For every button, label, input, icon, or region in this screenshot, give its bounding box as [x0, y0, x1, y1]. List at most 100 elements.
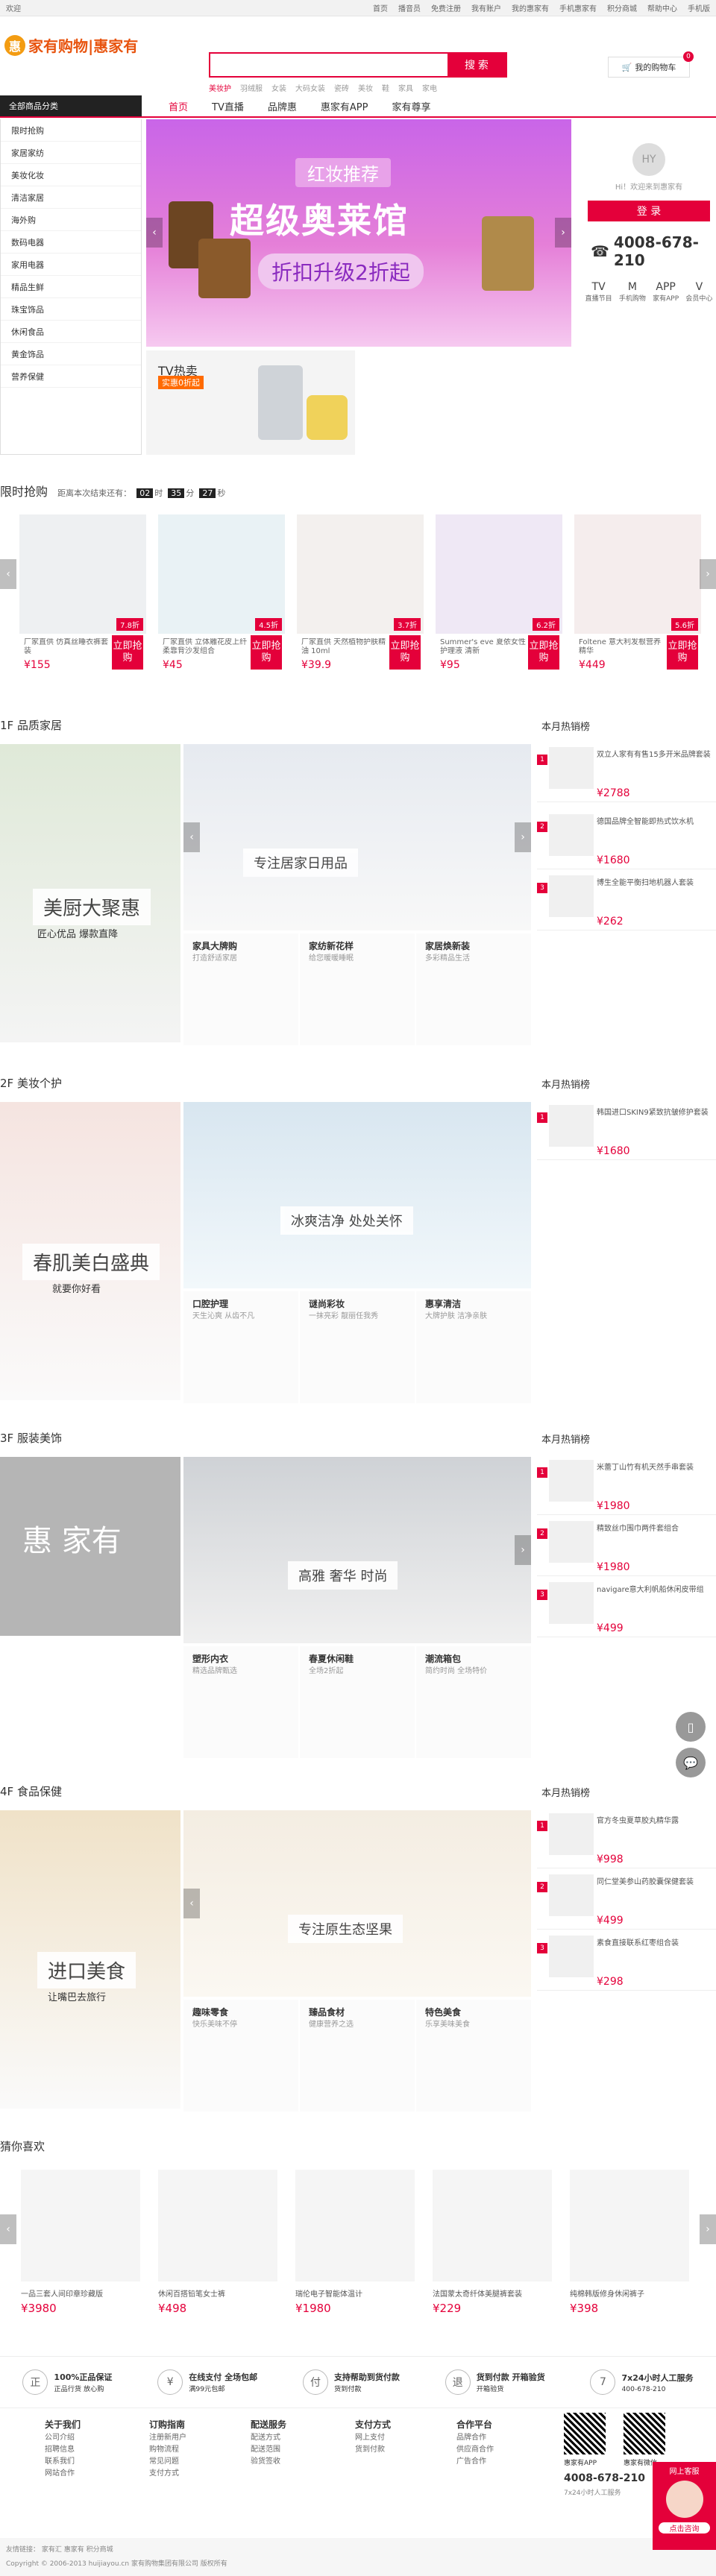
footer-link[interactable]: 联系我们 [45, 2457, 75, 2466]
sidebar-item[interactable]: 海外购 [1, 209, 141, 231]
sidebar-item[interactable]: 黄金饰品 [1, 343, 141, 365]
search-button[interactable]: 搜 索 [448, 54, 506, 76]
hot-word[interactable]: 家具 [398, 82, 413, 93]
flash-next-arrow[interactable]: › [700, 559, 716, 589]
floor-sub-card[interactable]: 臻品食材 健康营养之选 [300, 2000, 415, 2111]
rank-item[interactable]: 1 韩国进口SKIN9紧致抗皱修护套装 ¥1680 [537, 1102, 716, 1160]
buy-now-button[interactable]: 立即抢购 [667, 635, 698, 670]
float-mobile-icon[interactable]: ▯ [676, 1712, 706, 1742]
floor-main-banner[interactable]: 专注居家日用品 ‹ › [183, 744, 531, 930]
friend-links[interactable]: 友情链接： 家有汇 惠家有 积分商城 [6, 2544, 710, 2554]
guess-prev-arrow[interactable]: ‹ [0, 2214, 16, 2244]
buy-now-button[interactable]: 立即抢购 [112, 635, 143, 670]
flash-item[interactable]: 7.8折 厂家直供 仿真丝睡衣裤套装 ¥155 立即抢购 [19, 514, 146, 686]
footer-link[interactable]: 货到付款 [355, 2446, 385, 2454]
footer-link[interactable]: 供应商合作 [456, 2446, 494, 2454]
sidebar-item[interactable]: 家居家纺 [1, 142, 141, 164]
hot-word[interactable]: 鞋 [382, 82, 389, 93]
cart-button[interactable]: 🛒 我的购物车 0 [608, 51, 694, 78]
floor-sub-card[interactable]: 口腔护理 天生沁爽 从齿不凡 [183, 1291, 298, 1403]
nav-item-premium[interactable]: 家有尊享 [380, 95, 442, 116]
login-button[interactable]: 登 录 [588, 201, 710, 221]
nav-item-brand[interactable]: 品牌惠 [256, 95, 309, 116]
sidebar-item[interactable]: 休闲食品 [1, 321, 141, 343]
sidebar-item[interactable]: 数码电器 [1, 231, 141, 253]
footer-link[interactable]: 验货签收 [251, 2457, 280, 2466]
nav-item-home[interactable]: 首页 [157, 95, 200, 116]
rank-item[interactable]: 3 navigare意大利帆船休闲皮带组 ¥499 [537, 1579, 716, 1637]
rank-item[interactable]: 2 同仁堂美参山药胶囊保健套装 ¥499 [537, 1871, 716, 1930]
guess-item[interactable]: 法国蒙太奇纤体美腿裤套装 ¥229 [433, 2170, 552, 2319]
top-link-broadcaster[interactable]: 播音员 [398, 2, 421, 13]
footer-link[interactable]: 品牌合作 [456, 2434, 486, 2442]
quick-link-tv[interactable]: TV 直播节目 [585, 281, 612, 303]
quick-link-mobile[interactable]: M 手机购物 [619, 281, 646, 303]
footer-link[interactable]: 常见问题 [149, 2457, 179, 2466]
quick-link-member[interactable]: V 会员中心 [685, 281, 712, 303]
top-link-help[interactable]: 帮助中心 [647, 2, 677, 13]
footer-link[interactable]: 网上支付 [355, 2434, 385, 2442]
sidebar-item[interactable]: 精品生鲜 [1, 276, 141, 298]
rank-item[interactable]: 1 官方冬虫夏草胶丸精华露 ¥998 [537, 1810, 716, 1868]
floor-sub-card[interactable]: 家纺新花样 给您暖暖睡眠 [300, 933, 415, 1045]
tv-hot-sale[interactable]: TV热卖 实惠0折起 [146, 350, 355, 455]
rank-item[interactable]: 3 素食直接联系红枣组合装 ¥298 [537, 1933, 716, 1991]
top-link-register[interactable]: 免费注册 [431, 2, 461, 13]
footer-link[interactable]: 配送范围 [251, 2446, 280, 2454]
floor-prev-arrow[interactable]: ‹ [183, 822, 200, 852]
floor-next-arrow[interactable]: › [515, 1535, 531, 1565]
floor-prev-arrow[interactable]: ‹ [183, 1889, 200, 1918]
floor-left-banner[interactable]: 惠 家有 [0, 1457, 180, 1755]
flash-item[interactable]: 6.2折 Summer's eve 夏依女性护理液 清新 ¥95 立即抢购 [436, 514, 562, 686]
hot-word[interactable]: 瓷砖 [334, 82, 349, 93]
top-link-home[interactable]: 首页 [373, 2, 388, 13]
banner-prev-arrow[interactable]: ‹ [146, 218, 163, 248]
top-link-my[interactable]: 我的惠家有 [512, 2, 549, 13]
floor-sub-card[interactable]: 特色美食 乐享美味美食 [416, 2000, 531, 2111]
sidebar-item[interactable]: 美妆化妆 [1, 164, 141, 186]
rank-item[interactable]: 1 米蕾丁山竹有机天然手串套装 ¥1980 [537, 1457, 716, 1515]
flash-item[interactable]: 4.5折 厂家直供 立体雕花皮上纤柔靠背沙发组合 ¥45 立即抢购 [158, 514, 285, 686]
floor-left-banner[interactable]: 春肌美白盛典 就要你好看 [0, 1102, 180, 1400]
top-link-account[interactable]: 我有账户 [471, 2, 501, 13]
floor-main-banner[interactable]: 专注原生态坚果 ‹ [183, 1810, 531, 1997]
hero-banner[interactable]: 红妆推荐 超级奥莱馆 折扣升级2折起 ‹ › [146, 119, 571, 347]
guess-next-arrow[interactable]: › [700, 2214, 716, 2244]
hot-word[interactable]: 美妆护 [209, 82, 231, 93]
floor-sub-card[interactable]: 塑形内衣 精选品牌甄选 [183, 1646, 298, 1758]
rank-item[interactable]: 2 精致丝巾围巾两件套组合 ¥1980 [537, 1518, 716, 1576]
floor-main-banner[interactable]: 冰爽洁净 处处关怀 [183, 1102, 531, 1288]
flash-prev-arrow[interactable]: ‹ [0, 559, 16, 589]
floor-next-arrow[interactable]: › [515, 822, 531, 852]
footer-link[interactable]: 广告合作 [456, 2457, 486, 2466]
nav-item-tv-live[interactable]: TV直播 [200, 95, 256, 116]
floor-left-banner[interactable]: 进口美食 让嘴巴去旅行 [0, 1810, 180, 2109]
online-service-widget[interactable]: 网上客服 点击咨询 [653, 2462, 716, 2550]
hot-word[interactable]: 女装 [271, 82, 286, 93]
footer-link[interactable]: 网站合作 [45, 2469, 75, 2478]
site-logo[interactable]: 惠 家有购物|惠家有 [4, 34, 138, 56]
buy-now-button[interactable]: 立即抢购 [528, 635, 559, 670]
guess-item[interactable]: 休闲百搭铅笔女士裤 ¥498 [158, 2170, 277, 2319]
hot-word[interactable]: 羽绒服 [240, 82, 263, 93]
top-link-points[interactable]: 积分商城 [607, 2, 637, 13]
rank-item[interactable]: 2 德国品牌全智能即热式饮水机 ¥1680 [537, 811, 716, 869]
sidebar-item[interactable]: 营养保健 [1, 365, 141, 388]
footer-link[interactable]: 支付方式 [149, 2469, 179, 2478]
floor-sub-card[interactable]: 趣味零食 快乐美味不停 [183, 2000, 298, 2111]
search-input[interactable] [210, 54, 448, 76]
hot-word[interactable]: 家电 [422, 82, 437, 93]
floor-main-banner[interactable]: 高雅 奢华 时尚 › [183, 1457, 531, 1643]
kf-consult-button[interactable]: 点击咨询 [659, 2522, 710, 2534]
flash-item[interactable]: 5.6折 Foltene 意大利发根营养精华 ¥449 立即抢购 [574, 514, 701, 686]
banner-next-arrow[interactable]: › [555, 218, 571, 248]
all-categories-button[interactable]: 全部商品分类 [0, 95, 142, 116]
hot-word[interactable]: 大码女装 [295, 82, 325, 93]
floor-sub-card[interactable]: 谜尚彩妆 一抹亮彩 靓丽任我秀 [300, 1291, 415, 1403]
rank-item[interactable]: 3 博生全能平衡扫地机器人套装 ¥262 [537, 872, 716, 930]
floor-sub-card[interactable]: 家具大牌购 打造舒适家居 [183, 933, 298, 1045]
guess-item[interactable]: 一品三套人间印章珍藏版 ¥3980 [21, 2170, 140, 2319]
floor-sub-card[interactable]: 潮流箱包 简约时尚 全场特价 [416, 1646, 531, 1758]
sidebar-item[interactable]: 限时抢购 [1, 119, 141, 142]
footer-link[interactable]: 公司介绍 [45, 2434, 75, 2442]
